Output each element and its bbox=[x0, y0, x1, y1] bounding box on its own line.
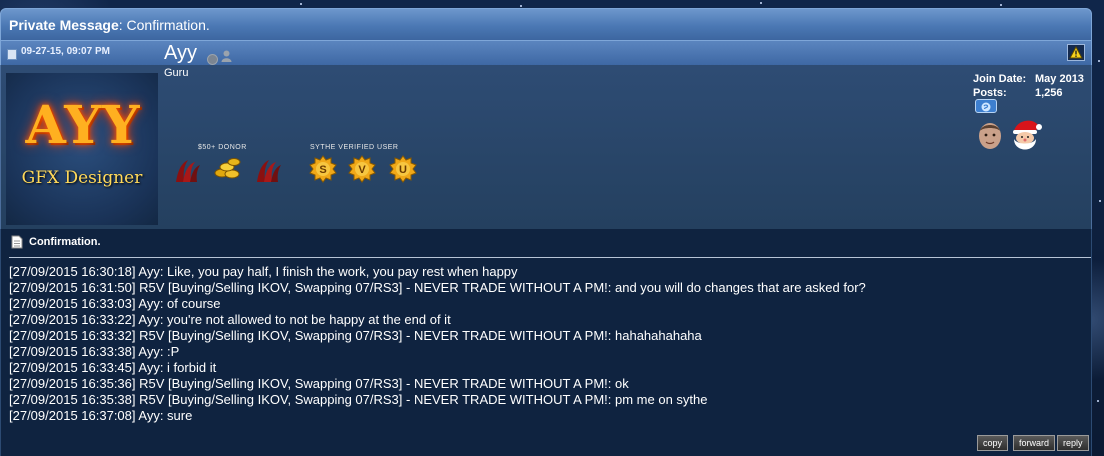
private-message-panel: Private Message: Confirmation. 09-27-15,… bbox=[0, 0, 1094, 456]
person-icon[interactable] bbox=[221, 49, 232, 67]
document-icon bbox=[11, 235, 23, 254]
divider bbox=[9, 257, 1091, 258]
user-stats: Join Date: May 2013 Posts: 1,256 bbox=[973, 73, 1084, 101]
posts-value: 1,256 bbox=[1035, 87, 1063, 99]
user-info-panel: AYY GFX Designer bbox=[0, 65, 1092, 229]
svg-text:S: S bbox=[319, 164, 326, 176]
page-title: Private Message: Confirmation. bbox=[9, 17, 210, 33]
title-bar: Private Message: Confirmation. bbox=[0, 8, 1092, 41]
avatar-subtext: GFX Designer bbox=[21, 168, 143, 188]
chat-line: [27/09/2015 16:33:32] R5V [Buying/Sellin… bbox=[9, 328, 702, 343]
chat-line: [27/09/2015 16:35:38] R5V [Buying/Sellin… bbox=[9, 392, 708, 407]
profile-face-icon bbox=[977, 121, 1003, 156]
verified-v-badge-icon: V bbox=[348, 155, 376, 188]
chat-line: [27/09/2015 16:37:08] Ayy: sure bbox=[9, 408, 193, 423]
santa-icon bbox=[1009, 117, 1043, 158]
posts-label: Posts: bbox=[973, 87, 1007, 99]
offline-status-icon bbox=[207, 54, 218, 65]
username-link[interactable]: Ayy bbox=[164, 42, 197, 65]
title-prefix: Private Message bbox=[9, 17, 119, 33]
join-date-value: May 2013 bbox=[1035, 73, 1084, 85]
chat-log: [27/09/2015 16:30:18] Ayy: Like, you pay… bbox=[9, 264, 866, 424]
post-icon bbox=[7, 49, 17, 60]
user-rank: Guru bbox=[164, 67, 189, 79]
svg-text:V: V bbox=[358, 164, 366, 176]
chat-line: [27/09/2015 16:33:38] Ayy: :P bbox=[9, 344, 180, 359]
chat-line: [27/09/2015 16:33:03] Ayy: of course bbox=[9, 296, 221, 311]
skype-icon bbox=[981, 102, 991, 112]
svg-text:U: U bbox=[399, 164, 407, 176]
claw-award-icon bbox=[253, 157, 283, 189]
claw-award-icon bbox=[172, 157, 202, 189]
warning-triangle-icon bbox=[1069, 46, 1083, 59]
chat-line: [27/09/2015 16:30:18] Ayy: Like, you pay… bbox=[9, 264, 518, 279]
title-subject: : Confirmation. bbox=[118, 17, 210, 33]
chat-line: [27/09/2015 16:31:50] R5V [Buying/Sellin… bbox=[9, 280, 866, 295]
avatar-logo-text: AYY bbox=[25, 95, 141, 156]
donor-award-caption: $50+ DONOR bbox=[198, 144, 247, 151]
verified-award-caption: SYTHE VERIFIED USER bbox=[310, 144, 399, 151]
copy-button[interactable]: copy bbox=[977, 435, 1009, 451]
chat-line: [27/09/2015 16:33:45] Ayy: i forbid it bbox=[9, 360, 217, 375]
chat-line: [27/09/2015 16:35:36] R5V [Buying/Sellin… bbox=[9, 376, 629, 391]
report-button[interactable] bbox=[1067, 44, 1085, 61]
verified-u-badge-icon: U bbox=[389, 155, 417, 188]
chat-line: [27/09/2015 16:33:22] Ayy: you're not al… bbox=[9, 312, 451, 327]
join-date-label: Join Date: bbox=[973, 73, 1027, 85]
message-body: Confirmation. [27/09/2015 16:30:18] Ayy:… bbox=[0, 229, 1092, 456]
gold-coins-award-icon bbox=[213, 155, 243, 186]
verified-s-badge-icon: S bbox=[309, 155, 337, 188]
post-date: 09-27-15, 09:07 PM bbox=[21, 46, 110, 57]
message-title: Confirmation. bbox=[29, 236, 101, 248]
reply-button[interactable]: reply bbox=[1057, 435, 1089, 451]
avatar[interactable]: AYY GFX Designer bbox=[6, 73, 158, 225]
forward-button[interactable]: forward bbox=[1013, 435, 1056, 451]
skype-contact-button[interactable] bbox=[975, 99, 997, 113]
